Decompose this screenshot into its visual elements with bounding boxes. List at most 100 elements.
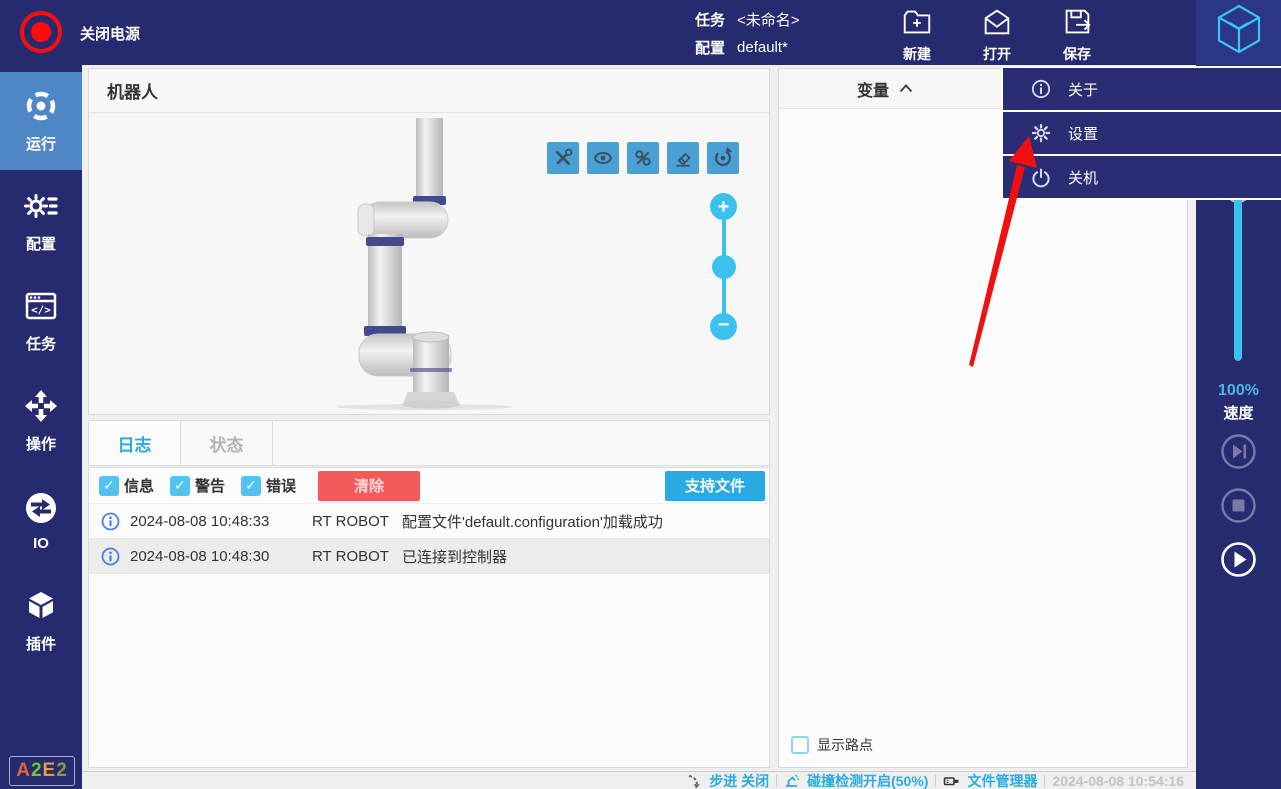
zoom-slider-handle[interactable] [712, 255, 736, 279]
show-waypoints-row: 显示路点 [791, 735, 873, 755]
sidebar-item-run[interactable]: 运行 [0, 72, 82, 170]
menu-item-settings[interactable]: 设置 [1003, 112, 1281, 154]
task-icon: </> [25, 292, 57, 320]
clear-log-button[interactable]: 清除 [318, 470, 421, 501]
view-toolbar [547, 142, 739, 174]
top-bar: 关闭电源 任务 <未命名> 配置 default* 新建 打开 保存 [0, 0, 1281, 65]
left-sidebar: 运行 配置 </> 任务 操作 IO 插件 A 2 E 2 [0, 65, 82, 789]
rotate-view-button[interactable] [707, 142, 739, 174]
new-task-button[interactable]: 新建 [885, 5, 949, 62]
sidebar-item-io[interactable]: IO [0, 472, 82, 570]
status-separator [935, 774, 937, 787]
usb-drive-icon [943, 773, 960, 789]
filter-checkbox-info[interactable] [99, 475, 119, 496]
rotate-view-icon [714, 147, 733, 167]
logo-letter: 2 [30, 760, 43, 781]
logo-letter: 2 [56, 760, 68, 781]
robot-3d-view[interactable] [89, 113, 769, 413]
sidebar-item-config[interactable]: 配置 [0, 172, 82, 270]
stop-icon [1221, 488, 1256, 523]
collision-icon [784, 773, 800, 789]
filter-label-info: 信息 [124, 478, 155, 495]
logo-letter: E [42, 760, 57, 781]
task-label: 任务 [695, 12, 726, 29]
menu-item-label: 关机 [1068, 169, 1099, 187]
step-forward-icon [1221, 434, 1256, 469]
brand-logo: A2E2 [9, 756, 75, 786]
play-icon [1221, 542, 1256, 577]
menu-item-shutdown[interactable]: 关机 [1003, 156, 1281, 198]
log-source: RT ROBOT [312, 512, 389, 530]
log-row[interactable]: 2024-08-08 10:48:30 RT ROBOT 已连接到控制器 [89, 539, 769, 574]
eye-icon [594, 151, 612, 165]
sidebar-item-label: IO [33, 535, 49, 552]
step-mode-status[interactable]: 步进 关闭 [709, 771, 769, 789]
visibility-button[interactable] [587, 142, 619, 174]
menu-item-label: 设置 [1068, 125, 1099, 143]
eraser-button[interactable] [667, 142, 699, 174]
save-label: 保存 [1063, 46, 1091, 62]
file-manager-link[interactable]: 文件管理器 [967, 771, 1037, 789]
app-window: 关闭电源 任务 <未命名> 配置 default* 新建 打开 保存 关于 设置… [0, 0, 1281, 789]
sidebar-item-plugin[interactable]: 插件 [0, 572, 82, 670]
tab-status[interactable]: 状态 [181, 421, 273, 465]
show-waypoints-label: 显示路点 [817, 737, 873, 753]
zoom-out-button[interactable] [710, 313, 737, 340]
log-message: 已连接到控制器 [402, 548, 508, 566]
sidebar-item-label: 配置 [25, 236, 56, 253]
log-panel: 信息 警告 错误 清除 支持文件 2024-08-08 10:48:33 [88, 467, 770, 768]
io-icon [26, 493, 56, 523]
status-bar: 步进 关闭 碰撞检测开启(50%) 文件管理器 2024-08-08 10:54… [82, 771, 1196, 789]
info-log-icon [101, 547, 120, 566]
log-source: RT ROBOT [312, 547, 389, 565]
robot-arm-model [337, 118, 513, 410]
config-row: 配置 default* [695, 37, 788, 58]
power-off-button[interactable] [20, 11, 62, 53]
stop-button[interactable] [1220, 487, 1257, 524]
menu-item-label: 关于 [1068, 81, 1099, 99]
waypoint-path-icon [635, 150, 651, 166]
sidebar-item-label: 插件 [25, 636, 56, 653]
status-separator [776, 774, 778, 787]
show-waypoints-checkbox[interactable] [791, 736, 809, 754]
app-dropdown-menu: 关于 设置 关机 [1001, 66, 1281, 200]
zoom-in-button[interactable] [710, 193, 737, 220]
sidebar-item-operate[interactable]: 操作 [0, 372, 82, 470]
collision-detection-status[interactable]: 碰撞检测开启(50%) [807, 771, 928, 789]
config-value: default* [737, 39, 788, 56]
logo-letter: A [16, 760, 31, 781]
eraser-icon [676, 152, 691, 167]
log-tab-bar: 日志 状态 [88, 420, 770, 466]
new-task-label: 新建 [903, 46, 931, 62]
log-time: 2024-08-08 10:48:30 [130, 547, 270, 565]
info-log-icon [101, 512, 120, 531]
sidebar-item-label: 运行 [25, 136, 56, 153]
support-file-button[interactable]: 支持文件 [665, 470, 765, 501]
task-row: 任务 <未命名> [695, 9, 800, 30]
config-label: 配置 [695, 40, 726, 57]
power-icon [31, 22, 51, 42]
gear-icon [1031, 123, 1051, 143]
new-task-icon [900, 5, 934, 44]
log-time: 2024-08-08 10:48:33 [130, 512, 270, 530]
tab-log[interactable]: 日志 [89, 421, 181, 465]
tools-button[interactable] [547, 142, 579, 174]
sidebar-item-task[interactable]: </> 任务 [0, 272, 82, 370]
status-timestamp: 2024-08-08 10:54:16 [1052, 772, 1184, 789]
play-button[interactable] [1220, 541, 1257, 578]
open-button[interactable]: 打开 [965, 5, 1029, 62]
info-icon [1031, 79, 1051, 99]
step-forward-button[interactable] [1220, 433, 1257, 470]
filter-checkbox-warning[interactable] [170, 475, 191, 496]
log-row[interactable]: 2024-08-08 10:48:33 RT ROBOT 配置文件'defaul… [89, 504, 769, 539]
app-logo-button[interactable] [1196, 0, 1281, 65]
menu-item-about[interactable]: 关于 [1003, 68, 1281, 110]
speed-slider-track[interactable] [1234, 183, 1242, 361]
open-icon [980, 5, 1014, 44]
filter-checkbox-error[interactable] [241, 475, 262, 496]
waypoint-path-button[interactable] [627, 142, 659, 174]
save-button[interactable]: 保存 [1045, 5, 1109, 62]
svg-text:</>: </> [31, 304, 51, 317]
plugin-icon [29, 592, 53, 618]
log-message: 配置文件'default.configuration'加载成功 [402, 513, 663, 531]
